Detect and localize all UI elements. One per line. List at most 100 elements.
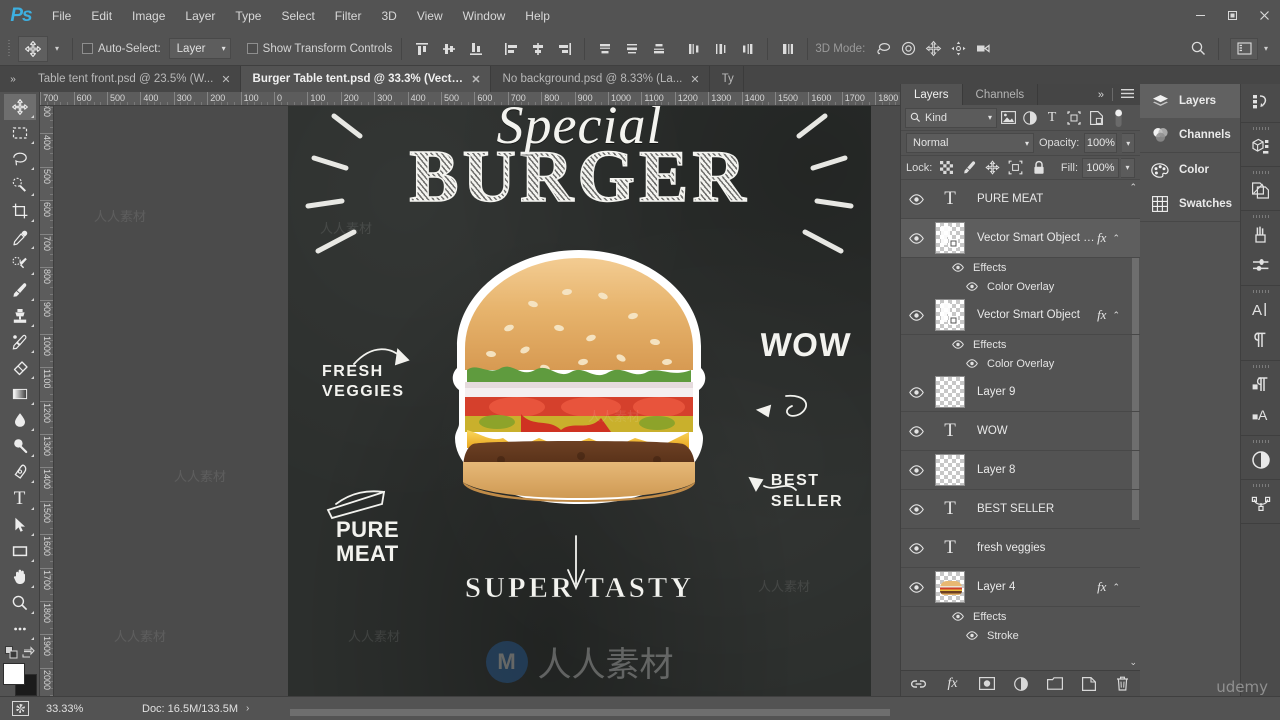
filter-type-layers-icon[interactable]: T xyxy=(1041,107,1063,129)
layer-effect-row[interactable]: Color Overlay xyxy=(901,277,1140,296)
layer-effect-row[interactable]: Effects xyxy=(901,607,1140,626)
quick-mask-button[interactable] xyxy=(0,697,40,720)
menu-window[interactable]: Window xyxy=(453,0,516,32)
blur-tool[interactable] xyxy=(4,407,36,433)
lasso-tool[interactable] xyxy=(4,146,36,172)
chevron-up-icon[interactable]: ⌃ xyxy=(1112,582,1122,593)
layer-visibility-eye-icon[interactable] xyxy=(901,464,931,476)
tool-preset-chevron-down-icon[interactable]: ▾ xyxy=(49,44,65,53)
paragraph-icon[interactable] xyxy=(1241,325,1280,356)
list-scroll-down-icon[interactable]: ⌄ xyxy=(1129,657,1137,668)
delete-layer-icon[interactable] xyxy=(1113,674,1133,694)
brush-settings-icon[interactable] xyxy=(1241,250,1280,281)
move-tool[interactable] xyxy=(3,94,36,121)
document-tab[interactable]: Ty xyxy=(709,66,744,92)
dock-item-swatches[interactable]: Swatches xyxy=(1140,187,1240,221)
add-layer-mask-icon[interactable] xyxy=(977,674,997,694)
slide-3d-camera-icon[interactable] xyxy=(946,37,971,61)
layer-row[interactable]: T WOW xyxy=(901,412,1140,451)
effect-visibility-eye-icon[interactable] xyxy=(963,359,981,368)
layer-effects-fx-icon[interactable]: fx xyxy=(1097,307,1112,323)
layer-thumbnail[interactable] xyxy=(935,454,965,486)
filter-enable-toggle[interactable] xyxy=(1107,107,1129,129)
distribute-right-edges-button[interactable] xyxy=(735,37,760,61)
character-icon[interactable]: A xyxy=(1241,294,1280,325)
scrollbar-thumb[interactable] xyxy=(290,709,890,716)
filter-adjustment-layers-icon[interactable] xyxy=(1019,107,1041,129)
layer-visibility-eye-icon[interactable] xyxy=(901,503,931,515)
layer-row[interactable]: Vector Smart Object copy fx ⌃ xyxy=(901,219,1140,258)
auto-select-checkbox[interactable]: Auto-Select: xyxy=(80,43,163,55)
layer-visibility-eye-icon[interactable] xyxy=(901,542,931,554)
orbit-3d-camera-icon[interactable] xyxy=(871,37,896,61)
maximize-button[interactable] xyxy=(1216,0,1248,30)
new-group-icon[interactable] xyxy=(1045,674,1065,694)
pen-tool[interactable] xyxy=(4,459,36,485)
dodge-tool[interactable] xyxy=(4,433,36,459)
effect-visibility-eye-icon[interactable] xyxy=(963,282,981,291)
new-adjustment-layer-icon[interactable] xyxy=(1011,674,1031,694)
lock-image-pixels-icon[interactable] xyxy=(959,157,980,178)
fill-value[interactable]: 100% xyxy=(1082,157,1119,178)
document-tab[interactable]: Table tent front.psd @ 23.5% (W... ✕ xyxy=(26,66,241,92)
effect-visibility-eye-icon[interactable] xyxy=(949,340,967,349)
layer-effect-row[interactable]: Color Overlay xyxy=(901,354,1140,373)
gradient-tool[interactable] xyxy=(4,381,36,407)
effect-visibility-eye-icon[interactable] xyxy=(963,631,981,640)
effect-visibility-eye-icon[interactable] xyxy=(949,263,967,272)
tab-layers[interactable]: Layers xyxy=(901,84,963,105)
color-swatches[interactable] xyxy=(2,662,37,696)
layer-comps-icon[interactable] xyxy=(1241,175,1280,206)
opacity-chevron-down-icon[interactable]: ▾ xyxy=(1122,133,1135,153)
lock-artboard-nesting-icon[interactable] xyxy=(1005,157,1026,178)
layer-row[interactable]: Vector Smart Object fx ⌃ xyxy=(901,296,1140,335)
current-tool-icon[interactable] xyxy=(18,35,48,62)
edit-toolbar-tool[interactable] xyxy=(4,616,36,642)
align-horizontal-centers-button[interactable] xyxy=(525,37,550,61)
character-styles-icon[interactable]: A xyxy=(1241,400,1280,431)
paragraph-styles-icon[interactable] xyxy=(1241,369,1280,400)
layer-thumbnail[interactable] xyxy=(935,376,965,408)
layer-visibility-eye-icon[interactable] xyxy=(901,581,931,593)
menu-file[interactable]: File xyxy=(42,0,81,32)
list-scroll-up-icon[interactable]: ⌃ xyxy=(1129,182,1137,193)
layer-thumbnail[interactable] xyxy=(935,222,965,254)
minimize-button[interactable] xyxy=(1184,0,1216,30)
layer-row[interactable]: Layer 9 xyxy=(901,373,1140,412)
lock-transparent-pixels-icon[interactable] xyxy=(936,157,957,178)
hand-tool[interactable] xyxy=(4,564,36,590)
workspace-switcher-button[interactable] xyxy=(1230,37,1258,60)
status-expand-icon[interactable]: › xyxy=(238,703,257,714)
chevron-up-icon[interactable]: ⌃ xyxy=(1112,310,1122,321)
opacity-value[interactable]: 100% xyxy=(1084,133,1118,153)
distribute-top-edges-button[interactable] xyxy=(592,37,617,61)
auto-select-checkbox-box[interactable] xyxy=(82,43,93,54)
align-left-edges-button[interactable] xyxy=(498,37,523,61)
panel-menu-icon[interactable] xyxy=(1121,89,1134,100)
effect-visibility-eye-icon[interactable] xyxy=(949,612,967,621)
crop-tool[interactable] xyxy=(4,198,36,224)
adjustments-icon[interactable] xyxy=(1241,444,1280,475)
lock-position-icon[interactable] xyxy=(982,157,1003,178)
menu-3d[interactable]: 3D xyxy=(371,0,406,32)
distribute-bottom-edges-button[interactable] xyxy=(646,37,671,61)
layers-list[interactable]: T PURE MEAT Vector Smart Object copy fx ⌃ Eff… xyxy=(901,180,1140,670)
distribute-left-edges-button[interactable] xyxy=(681,37,706,61)
close-button[interactable] xyxy=(1248,0,1280,30)
search-icon[interactable] xyxy=(1185,37,1211,61)
menu-layer[interactable]: Layer xyxy=(175,0,225,32)
foreground-color-swatch[interactable] xyxy=(2,662,25,685)
artboard[interactable]: BURGER BURGER Special xyxy=(288,106,871,696)
close-icon[interactable]: ✕ xyxy=(690,73,699,86)
dock-item-channels[interactable]: Channels xyxy=(1140,118,1240,152)
new-layer-icon[interactable] xyxy=(1079,674,1099,694)
canvas-area[interactable]: BURGER BURGER Special xyxy=(54,106,900,696)
rectangular-marquee-tool[interactable] xyxy=(4,120,36,146)
lock-all-icon[interactable] xyxy=(1028,157,1049,178)
layer-row[interactable]: Layer 4 fx ⌃ xyxy=(901,568,1140,607)
quick-selection-tool[interactable] xyxy=(4,172,36,198)
horizontal-scrollbar[interactable] xyxy=(270,707,900,718)
zoom-3d-camera-icon[interactable] xyxy=(971,37,996,61)
tab-channels[interactable]: Channels xyxy=(962,84,1039,105)
menu-image[interactable]: Image xyxy=(122,0,175,32)
